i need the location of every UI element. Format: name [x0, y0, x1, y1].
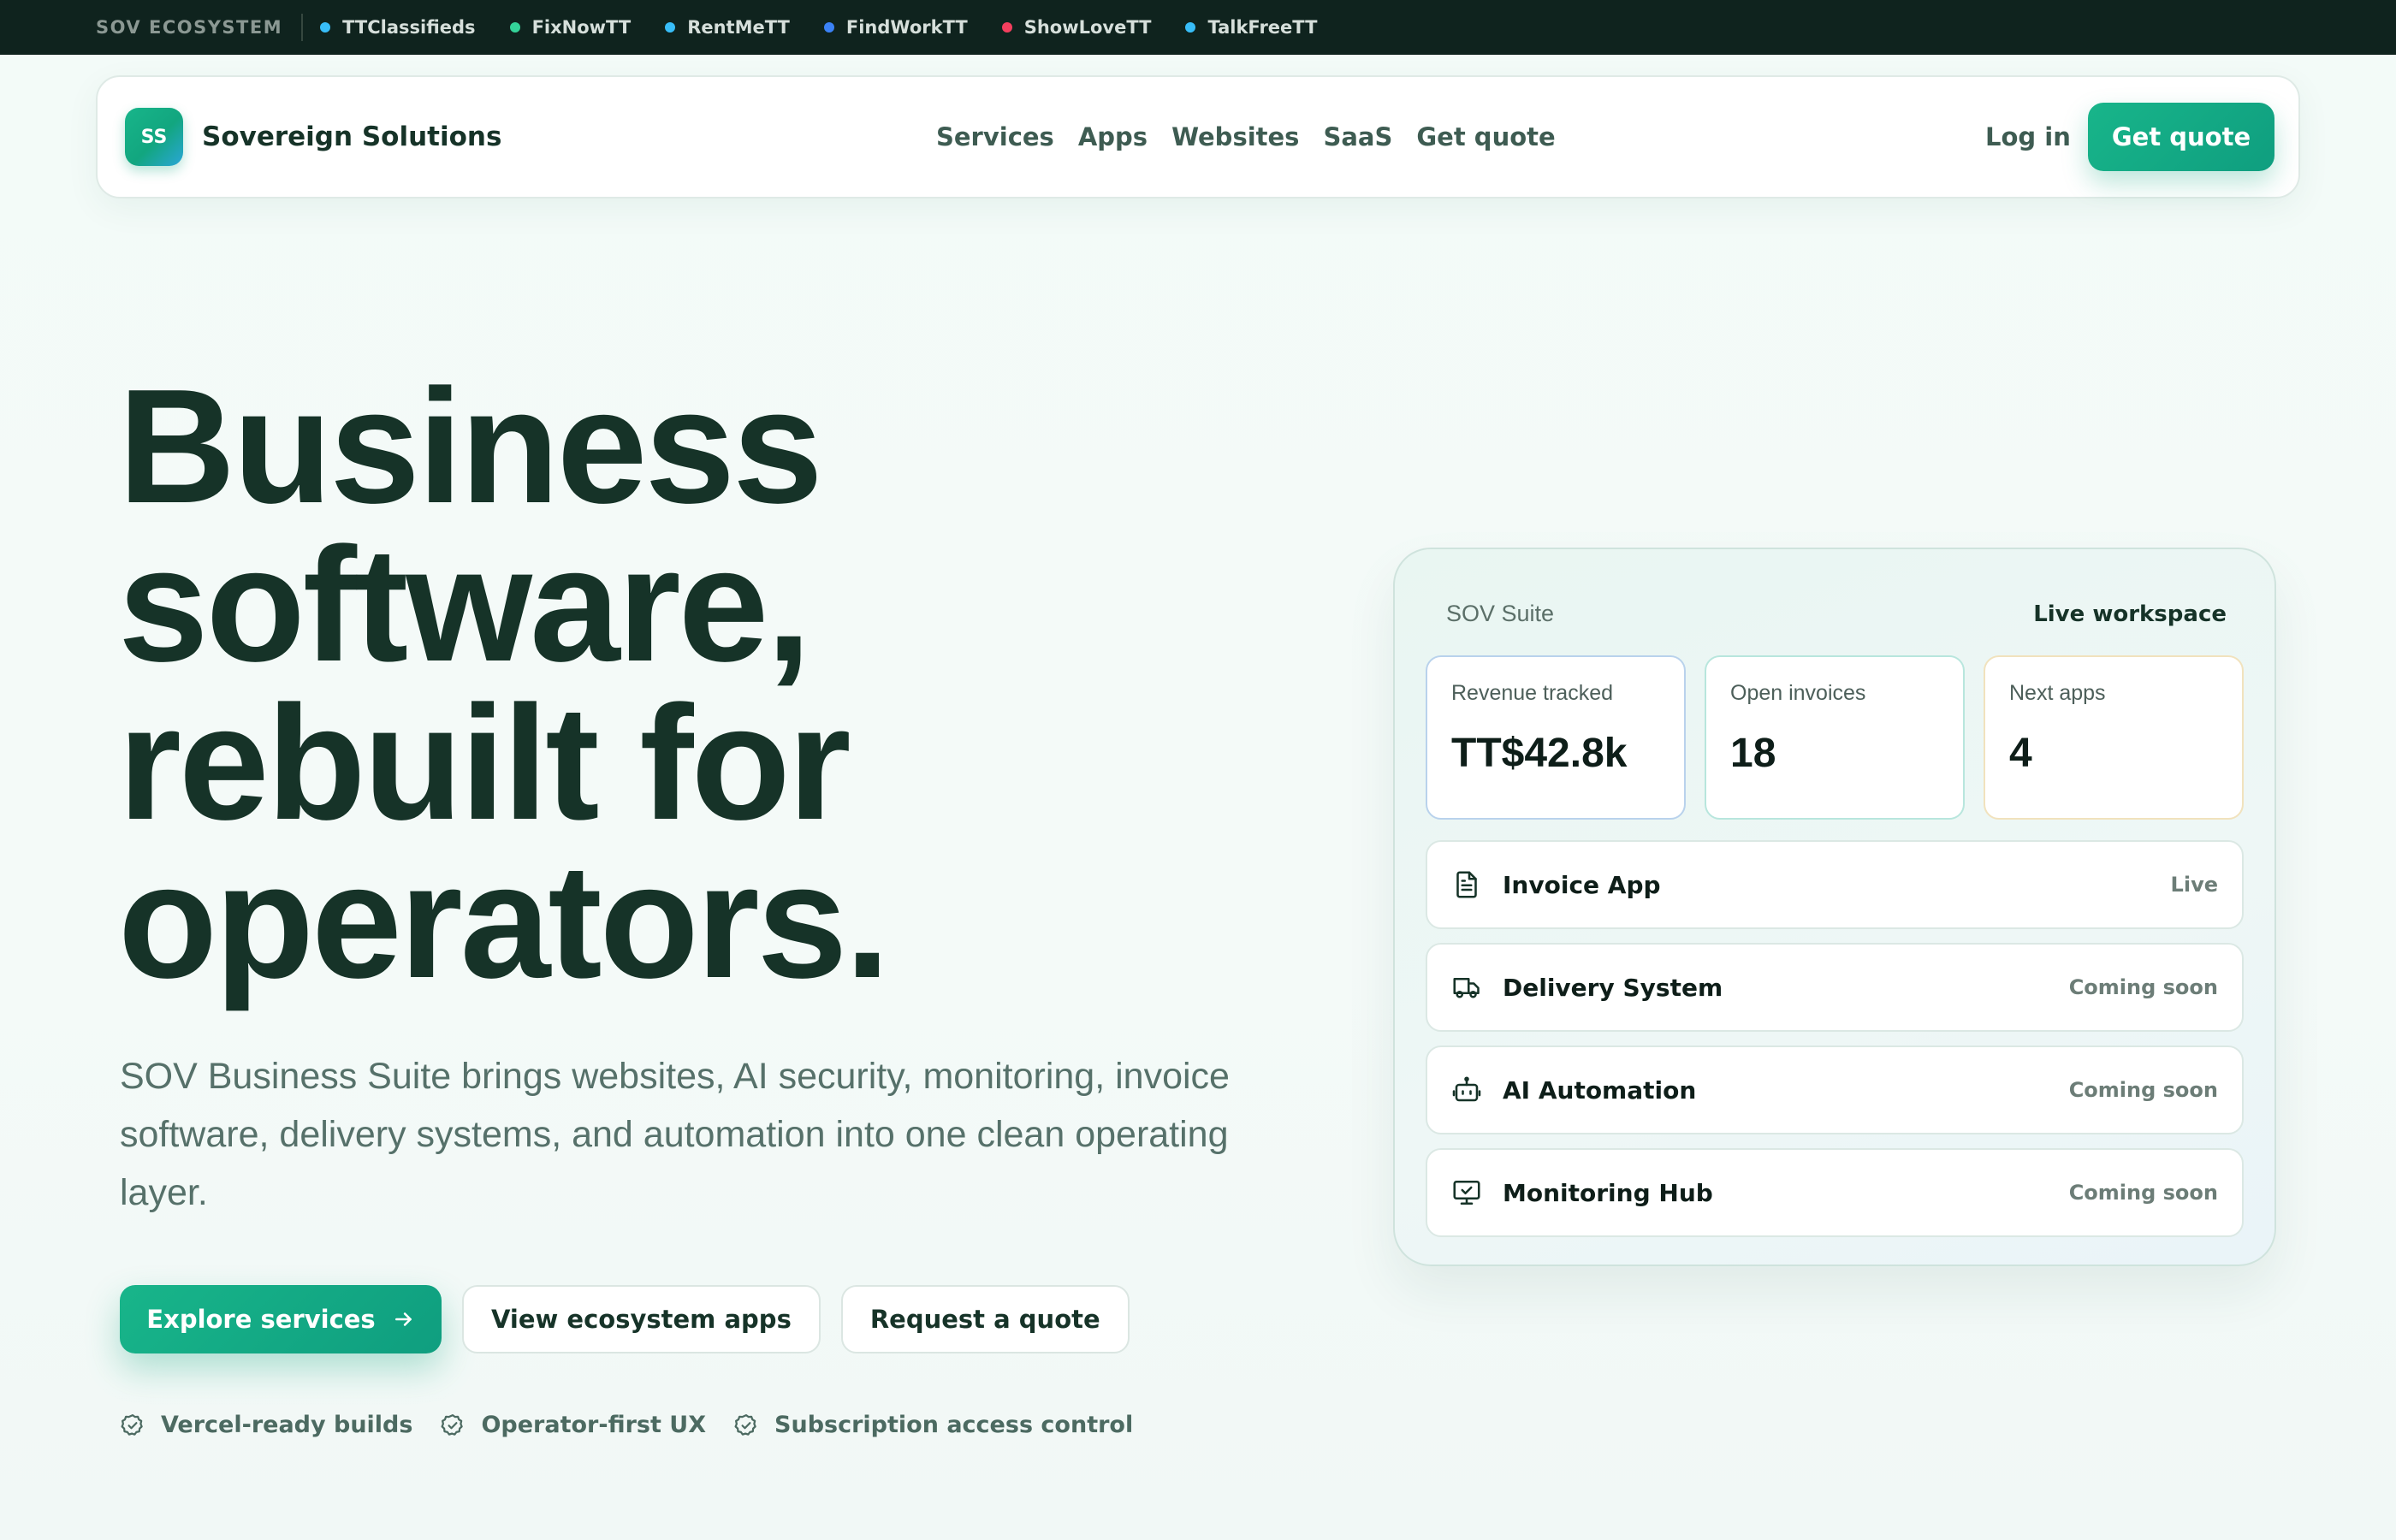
app-name: Delivery System: [1503, 973, 1723, 1002]
nav-link-get-quote[interactable]: Get quote: [1416, 122, 1555, 151]
nav-link-saas[interactable]: SaaS: [1323, 122, 1392, 151]
status-dot-icon: [320, 22, 331, 33]
ecosystem-link-showlovett[interactable]: ShowLoveTT: [1001, 17, 1152, 38]
suite-name: SOV Suite: [1446, 601, 1555, 626]
ecosystem-link-talkfreett[interactable]: TalkFreeTT: [1185, 17, 1317, 38]
app-row-delivery[interactable]: Delivery System Coming soon: [1426, 943, 2244, 1032]
document-icon: [1456, 871, 1477, 898]
hero-title-line: operators.: [118, 831, 890, 1012]
stat-value: TT$42.8k: [1451, 731, 1628, 776]
explore-services-button[interactable]: Explore services: [120, 1285, 442, 1353]
get-quote-button[interactable]: Get quote: [2088, 103, 2274, 171]
ecosystem-link-label: FindWorkTT: [845, 17, 968, 38]
stat-value: 4: [2009, 731, 2032, 776]
stat-card-invoices: Open invoices 18: [1705, 655, 1965, 820]
truck-icon: [1453, 977, 1480, 998]
ecosystem-link-label: TalkFreeTT: [1207, 17, 1318, 38]
status-dot-icon: [1001, 22, 1012, 33]
app-row-invoice[interactable]: Invoice App Live: [1426, 840, 2244, 929]
ecosystem-link-rentmett[interactable]: RentMeTT: [665, 17, 790, 38]
app-status: Coming soon: [2068, 1181, 2218, 1205]
feature-list: Vercel-ready builds Operator-first UX Su…: [120, 1412, 1160, 1438]
status-dot-icon: [1185, 22, 1196, 33]
nav-link-apps[interactable]: Apps: [1078, 122, 1148, 151]
explore-services-label: Explore services: [146, 1305, 376, 1334]
robot-icon: [1452, 1076, 1481, 1102]
monitor-icon: [1453, 1180, 1480, 1205]
feature-item: Subscription access control: [733, 1412, 1133, 1438]
suite-status: Live workspace: [2033, 601, 2227, 627]
feature-text: Vercel-ready builds: [161, 1412, 413, 1438]
app-name: Monitoring Hub: [1503, 1178, 1713, 1207]
login-link[interactable]: Log in: [1985, 122, 2071, 151]
view-ecosystem-apps-button[interactable]: View ecosystem apps: [462, 1285, 821, 1353]
feature-item: Operator-first UX: [440, 1412, 706, 1438]
status-dot-icon: [665, 22, 676, 33]
stat-label: Next apps: [2009, 681, 2106, 705]
hero-title-line: rebuilt for: [118, 672, 851, 854]
status-dot-icon: [823, 22, 834, 33]
status-dot-icon: [509, 22, 520, 33]
ecosystem-bar: SOV ECOSYSTEM TTClassifieds FixNowTT Ren…: [0, 0, 2396, 55]
app-status: Coming soon: [2068, 1078, 2218, 1102]
hero-title: Business software, rebuilt for operators…: [118, 356, 1231, 1012]
feature-text: Subscription access control: [774, 1412, 1134, 1438]
stat-label: Revenue tracked: [1451, 681, 1614, 705]
stat-label: Open invoices: [1730, 681, 1866, 705]
ecosystem-label: SOV ECOSYSTEM: [96, 14, 304, 41]
ecosystem-link-label: ShowLoveTT: [1023, 17, 1152, 38]
stat-card-next-apps: Next apps 4: [1984, 655, 2244, 820]
app-name: AI Automation: [1503, 1075, 1697, 1105]
hero-actions: Explore services View ecosystem apps Req…: [120, 1285, 1150, 1353]
suite-panel: SOV Suite Live workspace Revenue tracked…: [1393, 548, 2276, 1266]
app-status: Live: [2170, 873, 2218, 897]
app-row-ai-automation[interactable]: AI Automation Coming soon: [1426, 1045, 2244, 1134]
main-nav: SS Sovereign Solutions Services Apps Web…: [96, 75, 2300, 198]
feature-item: Vercel-ready builds: [120, 1412, 412, 1438]
nav-link-services[interactable]: Services: [936, 122, 1054, 151]
suite-header: SOV Suite Live workspace: [1446, 601, 2227, 627]
stat-card-revenue: Revenue tracked TT$42.8k: [1426, 655, 1686, 820]
request-quote-button[interactable]: Request a quote: [840, 1285, 1130, 1353]
hero-title-line: Business: [118, 356, 823, 537]
nav-links: Services Apps Websites SaaS Get quote: [936, 122, 1580, 151]
check-circle-icon: [734, 1413, 756, 1436]
ecosystem-link-fixnowtt[interactable]: FixNowTT: [509, 17, 632, 38]
check-circle-icon: [441, 1413, 464, 1436]
suite-stats: Revenue tracked TT$42.8k Open invoices 1…: [1426, 655, 2244, 820]
ecosystem-links: TTClassifieds FixNowTT RentMeTT FindWork…: [320, 17, 1351, 38]
arrow-right-icon: [394, 1312, 412, 1326]
ecosystem-link-ttclassifieds[interactable]: TTClassifieds: [320, 17, 476, 38]
ecosystem-link-findworktt[interactable]: FindWorkTT: [823, 17, 968, 38]
feature-text: Operator-first UX: [481, 1412, 707, 1438]
hero-title-line: software,: [118, 514, 811, 696]
app-status: Coming soon: [2068, 975, 2218, 999]
check-circle-icon: [121, 1413, 143, 1436]
suite-app-list: Invoice App Live Delivery System Coming …: [1426, 840, 2244, 1251]
ecosystem-link-label: RentMeTT: [687, 17, 790, 38]
ecosystem-link-label: FixNowTT: [531, 17, 632, 38]
logo-icon: SS: [125, 108, 183, 166]
nav-link-websites[interactable]: Websites: [1171, 122, 1299, 151]
hero-subtitle: SOV Business Suite brings websites, AI s…: [120, 1056, 1230, 1213]
brand[interactable]: SS Sovereign Solutions: [125, 108, 501, 166]
ecosystem-link-label: TTClassifieds: [342, 17, 476, 38]
app-name: Invoice App: [1503, 870, 1661, 899]
brand-name: Sovereign Solutions: [202, 121, 502, 152]
app-row-monitoring[interactable]: Monitoring Hub Coming soon: [1426, 1148, 2244, 1237]
stat-value: 18: [1730, 731, 1776, 776]
